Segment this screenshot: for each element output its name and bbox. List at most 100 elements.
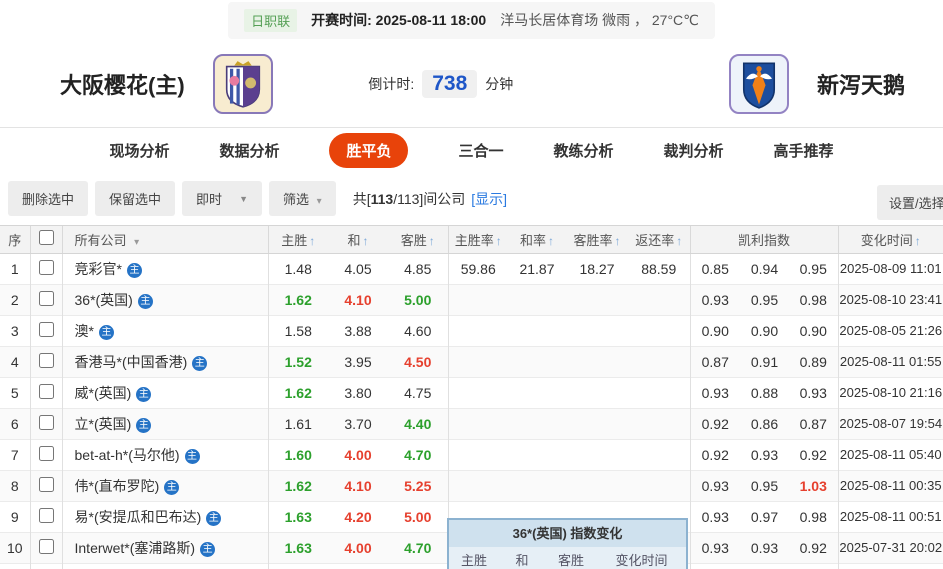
odds-cell[interactable]: 1.61 [268,408,328,439]
select-all-checkbox[interactable] [38,230,54,246]
sort-asc-icon: ↑ [548,233,554,248]
row-checkbox[interactable] [38,507,54,523]
empty-cell [62,563,269,569]
rate-cell [628,315,691,346]
odds-cell[interactable]: 4.75 [388,377,449,408]
kelly-cell: 0.89 [789,346,839,377]
odds-cell[interactable]: 1.62 [268,377,328,408]
countdown: 倒计时: 738 分钟 [368,69,513,98]
tab-数据分析[interactable]: 数据分析 [219,140,279,161]
odds-cell[interactable]: 4.40 [388,408,449,439]
rate-cell [508,470,566,501]
tab-裁判分析[interactable]: 裁判分析 [664,140,724,161]
keep-selected-button[interactable]: 保留选中 [95,181,176,216]
odds-cell[interactable]: 3.70 [328,408,388,439]
company-name[interactable]: 易*(安提瓜和巴布达) [75,509,202,525]
filter-button[interactable]: 筛选 ▾ [269,181,336,216]
header-company[interactable]: 所有公司 ▾ [62,226,269,254]
row-checkbox-cell [30,501,63,532]
header-draw-rate[interactable]: 和率 ↑ [508,226,566,254]
rate-cell [508,284,566,315]
row-checkbox-cell [30,532,63,563]
company-name[interactable]: 威*(英国) [75,385,132,401]
show-link[interactable]: [显示] [471,189,507,209]
popup-header-away: 客胜 [557,553,584,568]
odds-cell[interactable]: 3.80 [328,377,388,408]
odds-cell[interactable]: 1.48 [268,253,328,284]
main-odds-badge-icon: 主 [136,417,152,433]
company-name[interactable]: 竞彩官* [75,261,122,277]
row-number: 8 [0,470,31,501]
header-return-rate[interactable]: 返还率 ↑ [628,226,691,254]
odds-cell[interactable]: 1.52 [268,346,328,377]
odds-cell[interactable]: 4.10 [328,284,388,315]
tab-教练分析[interactable]: 教练分析 [554,140,614,161]
header-home-rate[interactable]: 主胜率 ↑ [448,226,508,254]
row-checkbox[interactable] [38,476,54,492]
delete-selected-button[interactable]: 删除选中 [8,181,89,216]
tab-高手推荐[interactable]: 高手推荐 [774,140,834,161]
tab-胜平负[interactable]: 胜平负 [329,132,409,168]
row-checkbox[interactable] [38,538,54,554]
odds-cell[interactable]: 1.63 [268,501,328,532]
row-number: 7 [0,439,31,470]
table-header-row: 序 所有公司 ▾ 主胜 ↑ 和 ↑ 客胜 ↑ 主胜率 ↑ 和率 ↑ 客胜率 ↑ 返还率 ↑ 凯… [0,226,943,254]
odds-cell[interactable]: 4.10 [328,470,388,501]
settings-button[interactable]: 设置/选择 [877,185,943,220]
header-home-odds[interactable]: 主胜 ↑ [268,226,328,254]
odds-cell[interactable]: 5.25 [388,470,449,501]
row-checkbox[interactable] [38,321,54,337]
odds-cell[interactable]: 1.60 [268,439,328,470]
rate-cell [508,346,566,377]
analysis-tabs: 现场分析 数据分析 胜平负 三合一 教练分析 裁判分析 高手推荐 [0,127,943,172]
odds-cell[interactable]: 1.63 [268,532,328,563]
popup-header-row: 主胜 和 客胜 变化时间 [449,547,686,569]
odds-cell[interactable]: 4.50 [388,346,449,377]
tab-三合一[interactable]: 三合一 [458,140,503,161]
odds-cell[interactable]: 5.00 [388,284,449,315]
table-row: 1 竞彩官* 主 1.48 4.05 4.85 59.86 21.87 18.27 88.59 0.… [0,253,943,284]
row-checkbox[interactable] [38,290,54,306]
odds-cell[interactable]: 4.00 [328,439,388,470]
row-checkbox[interactable] [38,445,54,461]
odds-cell[interactable]: 4.70 [388,532,449,563]
odds-cell[interactable]: 1.62 [268,284,328,315]
empty-cell [740,563,789,569]
companies-count: 共[113/113]间公司 [353,189,466,209]
company-name[interactable]: 香港马*(中国香港) [75,354,188,370]
company-name[interactable]: 伟*(直布罗陀) [75,478,160,494]
instant-dropdown[interactable]: 即时 ▼ [182,181,263,216]
row-checkbox[interactable] [38,414,54,430]
row-checkbox[interactable] [38,259,54,275]
company-name[interactable]: bet-at-h*(马尔他) [75,447,180,463]
header-away-rate[interactable]: 客胜率 ↑ [566,226,628,254]
row-checkbox[interactable] [38,383,54,399]
company-name[interactable]: 澳* [75,323,94,339]
header-change-time[interactable]: 变化时间 ↑ [838,226,943,254]
header-away-odds[interactable]: 客胜 ↑ [388,226,449,254]
company-name[interactable]: 36*(英国) [75,292,133,308]
odds-cell[interactable]: 3.88 [328,315,388,346]
row-checkbox-cell [30,377,63,408]
odds-cell[interactable]: 4.85 [388,253,449,284]
header-seq[interactable]: 序 [0,226,31,254]
row-checkbox[interactable] [38,352,54,368]
odds-cell[interactable]: 4.20 [328,501,388,532]
odds-cell[interactable]: 4.00 [328,532,388,563]
tab-现场分析[interactable]: 现场分析 [109,140,169,161]
odds-cell[interactable]: 4.70 [388,439,449,470]
kelly-cell: 0.90 [750,322,779,339]
rate-cell [448,470,508,501]
kickoff-label: 开赛时间: [311,12,372,28]
header-draw-odds[interactable]: 和 ↑ [328,226,388,254]
odds-cell[interactable]: 1.62 [268,470,328,501]
odds-cell[interactable]: 3.95 [328,346,388,377]
odds-cell[interactable]: 5.00 [388,501,449,532]
company-name[interactable]: Interwet*(塞浦路斯) [75,540,196,556]
odds-cell[interactable]: 4.05 [328,253,388,284]
company-name[interactable]: 立*(英国) [75,416,132,432]
odds-cell[interactable]: 1.58 [268,315,328,346]
odds-cell[interactable]: 4.60 [388,315,449,346]
main-odds-badge-icon: 主 [137,293,153,309]
kelly-cell: 0.93 [701,384,729,401]
